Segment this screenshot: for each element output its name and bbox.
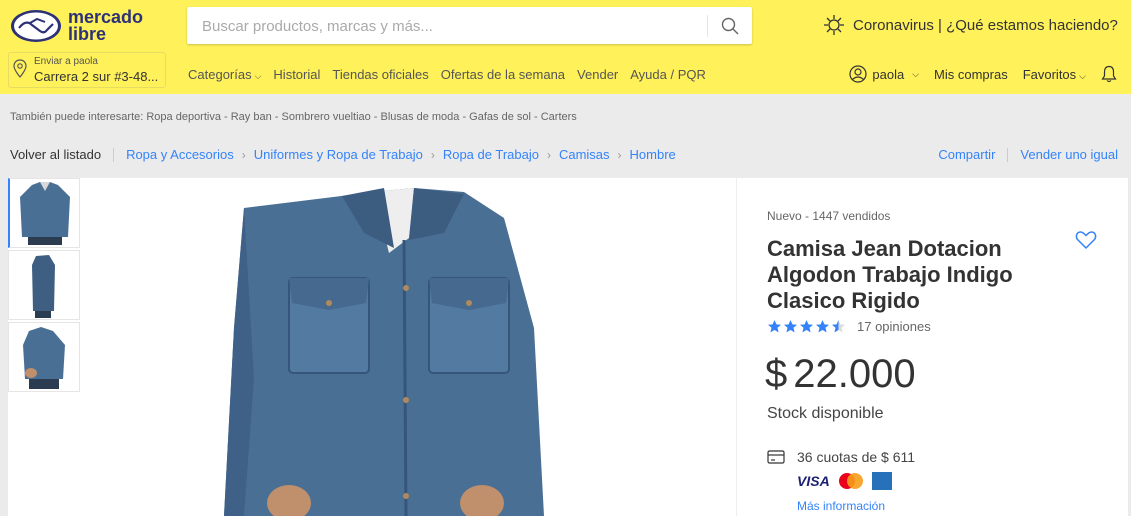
stock-status: Stock disponible [767,405,884,422]
chevron-right-icon: › [241,147,246,162]
breadcrumb-actions: Compartir Vender uno igual [938,147,1118,162]
search-box[interactable]: Buscar productos, marcas y más... [187,7,752,44]
chevron-down-icon: ⌵ [254,71,262,81]
location-label: Enviar a paola [34,56,98,67]
chevron-right-icon: › [430,147,435,162]
heart-icon[interactable] [1075,230,1097,250]
installments-text: 36 cuotas de $ 611 [797,449,916,465]
nav-categories[interactable]: Categorías ⌵ [188,67,261,82]
chevron-right-icon: › [546,147,551,162]
nav-history[interactable]: Historial [273,67,320,82]
logo-text: mercado libre [68,7,144,44]
credit-card-icon [767,450,785,464]
mercadolibre-logo[interactable]: mercado libre [10,7,144,45]
nav-help[interactable]: Ayuda / PQR [630,67,706,82]
user-icon [849,65,867,83]
breadcrumb-divider [113,147,115,162]
user-nav: paola ⌵ Mis compras Favoritos ⌵ [849,65,1117,83]
breadcrumb: Volver al listado Ropa y Accesorios › Un… [10,147,676,162]
breadcrumb-divider [1007,147,1009,162]
rating-stars [767,319,846,334]
product-price: $22.000 [765,352,916,397]
star-half-icon [832,320,845,333]
thumbnail-front[interactable] [8,178,80,248]
product-card: Nuevo - 1447 vendidos Camisa Jean Dotaci… [8,178,1128,516]
product-title: Camisa Jean Dotacion Algodon Trabajo Ind… [767,236,1013,313]
chevron-down-icon: ⌵ [1079,70,1086,81]
nav-weekly-offers[interactable]: Ofertas de la semana [441,67,565,82]
thumbnail-list [8,178,82,394]
breadcrumb-item[interactable]: Ropa y Accesorios [126,147,234,162]
main-nav: Categorías ⌵ Historial Tiendas oficiales … [188,67,706,82]
denim-shirt-image [224,188,544,516]
search-icon[interactable] [720,16,740,36]
star-full-icon [784,320,797,333]
nav-sell[interactable]: Vender [577,67,618,82]
rating[interactable]: 17 opiniones [767,319,931,334]
breadcrumb-item[interactable]: Ropa de Trabajo [443,147,539,162]
breadcrumb-item[interactable]: Hombre [630,147,676,162]
thumbnail-side[interactable] [8,250,80,320]
currency-symbol: $ [765,352,788,396]
sell-same-link[interactable]: Vender uno igual [1020,147,1118,162]
star-full-icon [816,320,829,333]
breadcrumb-item[interactable]: Uniformes y Ropa de Trabajo [254,147,423,162]
related-searches[interactable]: También puede interesarte: Ropa deportiv… [10,111,577,123]
location-address: Carrera 2 sur #3-48... [34,69,159,84]
opinions-count: 17 opiniones [857,319,931,334]
shirt-thumbnail-image [20,182,70,245]
favorites-menu[interactable]: Favoritos ⌵ [1023,67,1086,82]
price-value: 22.000 [793,352,916,396]
visa-logo: VISA [797,473,830,489]
installments: 36 cuotas de $ 611 [767,449,915,465]
location-pin-icon [13,59,27,78]
mastercard-logo-icon [838,473,863,489]
username: paola [872,66,905,82]
chevron-right-icon: › [617,147,622,162]
star-full-icon [800,320,813,333]
chevron-down-icon: ⌵ [912,68,920,79]
shirt-pose-thumbnail-image [23,327,65,389]
thumbnail-detail[interactable] [8,322,80,392]
virus-icon [824,15,844,35]
bell-icon[interactable] [1101,65,1117,83]
handshake-logo-icon [11,10,61,42]
payment-cards: VISA [797,471,892,491]
nav-official-stores[interactable]: Tiendas oficiales [332,67,428,82]
promo-text: Coronavirus | ¿Qué estamos haciendo? [853,16,1118,34]
share-link[interactable]: Compartir [938,147,995,162]
more-info-link[interactable]: Más información [797,499,885,513]
product-info-panel: Nuevo - 1447 vendidos Camisa Jean Dotaci… [736,178,1128,516]
coronavirus-promo[interactable]: Coronavirus | ¿Qué estamos haciendo? [823,14,1118,36]
shirt-side-thumbnail-image [32,255,55,318]
header: mercado libre Buscar productos, marcas y… [0,0,1131,94]
my-purchases-link[interactable]: Mis compras [934,67,1008,82]
shipping-location[interactable]: Enviar a paola Carrera 2 sur #3-48... [8,52,166,88]
search-divider [707,15,708,37]
search-input[interactable]: Buscar productos, marcas y más... [202,18,433,35]
product-main-image[interactable] [84,178,734,516]
user-menu[interactable]: paola ⌵ [849,65,919,83]
star-full-icon [768,320,781,333]
back-to-list-link[interactable]: Volver al listado [10,147,101,162]
amex-logo-icon [871,472,892,490]
condition-sold: Nuevo - 1447 vendidos [767,209,891,223]
breadcrumb-item[interactable]: Camisas [559,147,610,162]
